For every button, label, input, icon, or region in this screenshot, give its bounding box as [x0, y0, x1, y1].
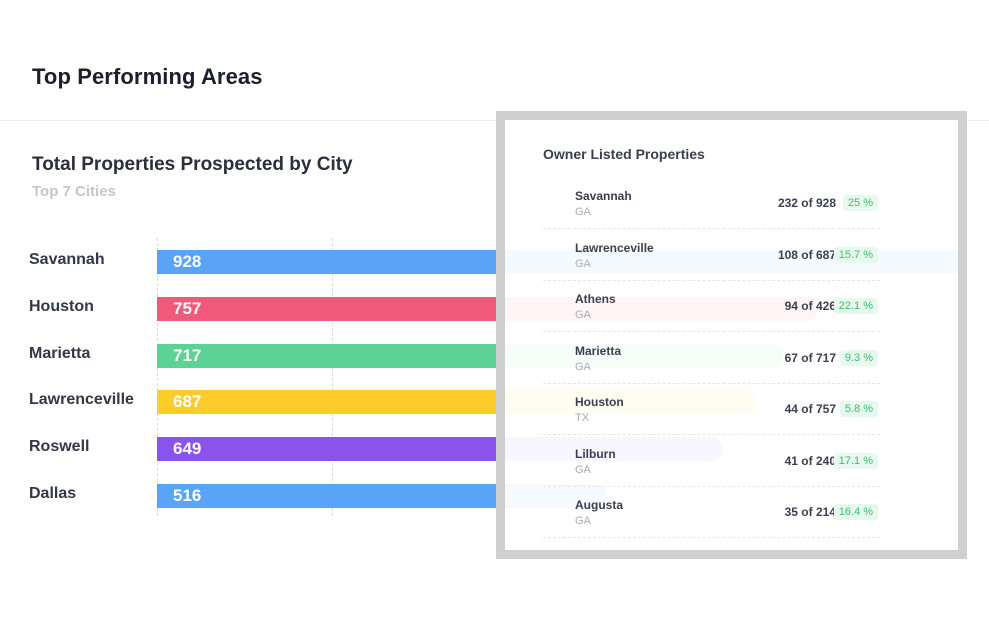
row-city: Savannah — [575, 189, 632, 203]
row-state: GA — [575, 206, 591, 218]
row-count: 44 of 757 — [784, 402, 836, 416]
chart-title: Total Properties Prospected by City — [32, 154, 353, 175]
bar-value-label: 516 — [173, 486, 202, 505]
row-state: TX — [575, 412, 590, 424]
row-state: GA — [575, 309, 591, 321]
list-item[interactable]: Lawrenceville GA 108 of 687 15.7 % — [543, 229, 880, 281]
owner-listed-title: Owner Listed Properties — [543, 146, 705, 162]
percentage-badge: 17.1 % — [833, 452, 878, 469]
row-city: Houston — [575, 395, 624, 409]
city-label: Savannah — [29, 251, 105, 268]
row-count: 232 of 928 — [777, 196, 836, 210]
row-state: GA — [575, 463, 591, 476]
row-state: GA — [575, 360, 591, 373]
list-item[interactable]: Houston TX 44 of 757 5.8 % — [543, 383, 880, 435]
row-count: 35 of 214 — [784, 505, 836, 519]
grid-line — [157, 238, 158, 516]
row-city: Marietta — [575, 343, 622, 358]
percentage-badge: 15.7 % — [833, 246, 878, 263]
bar-value-label: 649 — [173, 439, 202, 459]
percentage-badge: 25 % — [842, 195, 878, 211]
list-item[interactable]: Savannah GA 232 of 928 25 % — [543, 177, 880, 229]
list-item[interactable]: Augusta GA 35 of 214 16.4 % — [543, 486, 880, 538]
percentage-badge: 5.8 % — [839, 401, 878, 417]
row-state: GA — [575, 257, 591, 270]
row-count: 108 of 687 — [777, 247, 836, 262]
owner-listed-properties-panel: Owner Listed Properties Savannah GA 232 of… — [496, 111, 967, 559]
page-title: Top Performing Areas — [32, 64, 263, 89]
chart-subtitle: Top 7 Cities — [32, 183, 116, 200]
bar-value-label: 757 — [173, 298, 202, 318]
city-label: Lawrenceville — [29, 391, 134, 409]
row-state: GA — [575, 515, 591, 527]
city-label: Marietta — [29, 344, 91, 362]
row-city: Lilburn — [575, 446, 616, 461]
grid-line — [332, 238, 333, 516]
percentage-badge: 16.4 % — [833, 504, 878, 520]
percentage-badge: 22.1 % — [833, 298, 878, 314]
list-item[interactable]: Lilburn GA 41 of 240 17.1 % — [543, 435, 880, 487]
row-count: 94 of 426 — [784, 299, 836, 313]
list-item[interactable]: Marietta GA 67 of 717 9.3 % — [543, 332, 880, 384]
row-count: 67 of 717 — [784, 350, 836, 365]
city-label: Dallas — [29, 485, 77, 502]
city-label: Roswell — [29, 438, 90, 456]
city-label: Houston — [29, 297, 94, 315]
bar-value-label: 717 — [173, 345, 202, 365]
row-city: Athens — [575, 292, 616, 306]
row-city: Augusta — [575, 498, 623, 512]
row-city: Lawrenceville — [575, 240, 654, 255]
bar-value-label: 928 — [173, 252, 202, 271]
row-count: 41 of 240 — [784, 453, 836, 468]
bar-value-label: 687 — [173, 392, 202, 412]
list-item[interactable]: Athens GA 94 of 426 22.1 % — [543, 280, 880, 332]
percentage-badge: 9.3 % — [839, 349, 878, 366]
